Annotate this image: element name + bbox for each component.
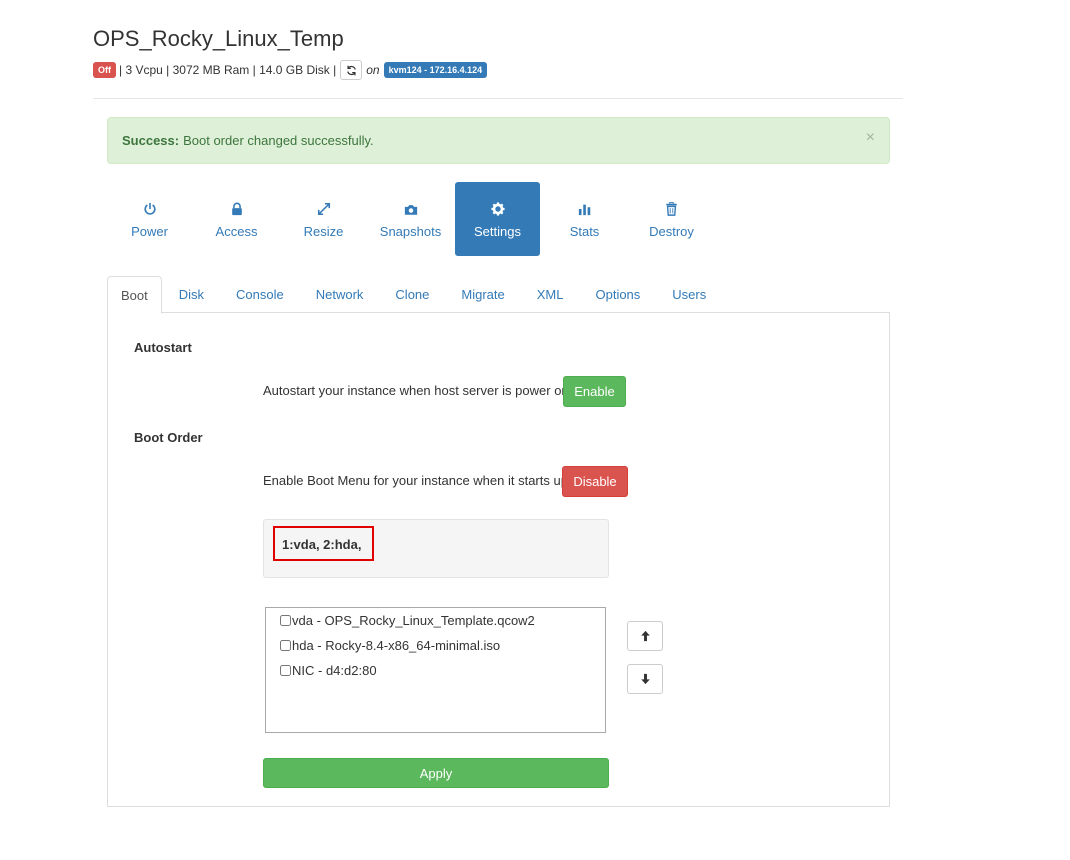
stats-icon [578,199,592,219]
move-down-button[interactable] [627,664,663,694]
boot-order-heading: Boot Order [134,430,203,445]
tab-options[interactable]: Options [580,276,655,313]
action-settings[interactable]: Settings [455,182,540,256]
device-checkbox[interactable] [280,615,291,626]
host-badge[interactable]: kvm124 - 172.16.4.124 [383,62,488,78]
instance-specs: | 3 Vcpu | 3072 MB Ram | 14.0 GB Disk | [119,63,337,77]
action-power[interactable]: Power [107,182,192,256]
tab-clone[interactable]: Clone [380,276,444,313]
tab-xml[interactable]: XML [522,276,579,313]
device-checkbox[interactable] [280,665,291,676]
tab-network[interactable]: Network [301,276,379,313]
action-bar: Power Access Resize Snapshots Settings S… [107,182,716,256]
gear-icon [490,199,505,219]
alert-message: Boot order changed successfully. [183,133,374,148]
camera-icon [404,199,418,219]
success-alert: Success: Boot order changed successfully… [107,117,890,164]
list-item[interactable]: NIC - d4:d2:80 [266,658,605,683]
device-label: NIC - d4:d2:80 [292,663,377,678]
arrow-down-icon [640,673,650,685]
tab-migrate[interactable]: Migrate [446,276,519,313]
action-destroy[interactable]: Destroy [629,182,714,256]
resize-icon [317,199,331,219]
autostart-enable-button[interactable]: Enable [563,376,626,407]
tab-users[interactable]: Users [657,276,721,313]
autostart-description: Autostart your instance when host server… [263,383,569,398]
tab-disk[interactable]: Disk [164,276,219,313]
tab-console[interactable]: Console [221,276,299,313]
apply-button[interactable]: Apply [263,758,609,788]
action-label: Snapshots [379,224,442,239]
boot-menu-description: Enable Boot Menu for your instance when … [263,473,568,488]
action-snapshots[interactable]: Snapshots [368,182,453,256]
arrow-up-icon [640,630,650,642]
tab-boot[interactable]: Boot [107,276,162,314]
instance-meta: Off | 3 Vcpu | 3072 MB Ram | 14.0 GB Dis… [93,60,488,80]
action-label: Access [215,224,258,239]
current-boot-order: 1:vda, 2:hda, [273,526,374,561]
divider [93,98,903,99]
device-label: hda - Rocky-8.4-x86_64-minimal.iso [292,638,501,653]
autostart-heading: Autostart [134,340,192,355]
refresh-button[interactable] [340,60,363,80]
list-item[interactable]: hda - Rocky-8.4-x86_64-minimal.iso [266,633,605,658]
instance-title: OPS_Rocky_Linux_Temp [93,26,344,51]
action-label: Resize [303,224,344,239]
action-resize[interactable]: Resize [281,182,366,256]
settings-tabs: Boot Disk Console Network Clone Migrate … [107,276,890,314]
trash-icon [665,199,678,219]
action-label: Destroy [649,224,694,239]
on-label: on [366,63,380,77]
list-item[interactable]: vda - OPS_Rocky_Linux_Template.qcow2 [266,608,605,633]
action-label: Settings [474,224,521,239]
action-stats[interactable]: Stats [542,182,627,256]
action-label: Stats [569,224,600,239]
power-icon [143,199,157,219]
lock-icon [230,199,244,219]
move-up-button[interactable] [627,621,663,651]
device-label: vda - OPS_Rocky_Linux_Template.qcow2 [292,613,535,628]
close-icon[interactable]: × [866,129,875,147]
action-access[interactable]: Access [194,182,279,256]
action-label: Power [131,224,168,239]
alert-title: Success: [122,133,180,148]
refresh-icon [346,65,356,75]
status-badge: Off [93,62,116,78]
boot-menu-disable-button[interactable]: Disable [562,466,628,497]
boot-device-list[interactable]: vda - OPS_Rocky_Linux_Template.qcow2 hda… [265,607,606,733]
device-checkbox[interactable] [280,640,291,651]
